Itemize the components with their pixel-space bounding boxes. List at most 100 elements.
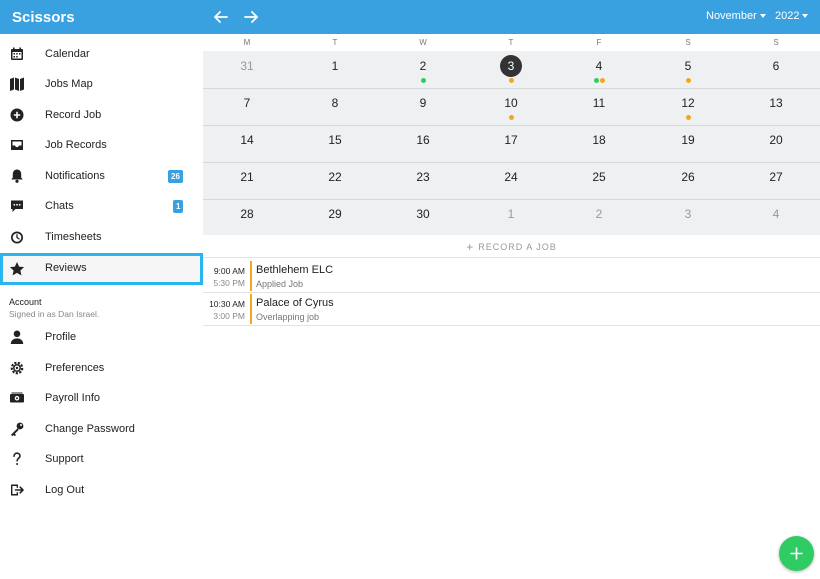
sidebar-item-label: Job Records xyxy=(45,139,107,151)
sidebar-item-reviews[interactable]: Reviews xyxy=(0,253,203,285)
calendar-day[interactable]: 11 xyxy=(579,96,619,110)
calendar-day[interactable]: 3 xyxy=(668,207,708,221)
calendar-day[interactable]: 29 xyxy=(315,207,355,221)
add-button[interactable] xyxy=(779,536,814,571)
event-dot xyxy=(508,78,514,83)
job-status: Applied Job xyxy=(256,279,304,289)
job-list-item[interactable]: 10:30 AM 3:00 PM Palace of Cyrus Overlap… xyxy=(203,292,820,326)
sidebar-item-chats[interactable]: Chats 1 xyxy=(0,192,203,222)
notification-count-badge: 26 xyxy=(168,170,183,183)
year-select[interactable]: 2022 xyxy=(775,10,809,22)
job-status-bar xyxy=(250,294,252,324)
calendar-day[interactable]: 1 xyxy=(491,207,531,221)
job-start-time: 9:00 AM xyxy=(213,266,245,276)
weekday-label: M xyxy=(243,38,251,47)
sidebar-item-job-records[interactable]: Job Records xyxy=(0,131,203,161)
user-icon xyxy=(9,329,25,345)
calendar-day[interactable]: 30 xyxy=(403,207,443,221)
sidebar-item-label: Log Out xyxy=(45,484,85,496)
event-dot xyxy=(420,78,426,83)
calendar-day[interactable]: 3 xyxy=(491,59,531,73)
calendar-day[interactable]: 5 xyxy=(668,59,708,73)
sidebar-item-label: Timesheets xyxy=(45,231,102,243)
calendar-day[interactable]: 20 xyxy=(756,133,796,147)
calendar-day[interactable]: 28 xyxy=(227,207,267,221)
sidebar-item-change-password[interactable]: Change Password xyxy=(0,415,203,445)
calendar-day[interactable]: 13 xyxy=(756,96,796,110)
sidebar-item-label: Record Job xyxy=(45,109,102,121)
calendar-day[interactable]: 4 xyxy=(579,59,619,73)
chevron-down-icon xyxy=(759,14,766,19)
gear-icon xyxy=(9,360,25,376)
sidebar-item-jobs-map[interactable]: Jobs Map xyxy=(0,70,203,100)
chevron-down-icon xyxy=(802,14,809,19)
calendar-day[interactable]: 21 xyxy=(227,170,267,184)
record-a-job-button[interactable]: + RECORD A JOB xyxy=(203,236,820,258)
calendar-day[interactable]: 22 xyxy=(315,170,355,184)
sidebar-item-calendar[interactable]: Calendar xyxy=(0,40,203,70)
sidebar-item-label: Calendar xyxy=(45,48,90,60)
weekday-label: T xyxy=(332,38,338,47)
month-select[interactable]: November xyxy=(706,10,766,22)
sidebar-item-timesheets[interactable]: Timesheets xyxy=(0,223,203,253)
calendar-day[interactable]: 4 xyxy=(756,207,796,221)
sidebar-item-record-job[interactable]: Record Job xyxy=(0,101,203,131)
calendar-day[interactable]: 25 xyxy=(579,170,619,184)
weekday-label: S xyxy=(773,38,779,47)
calendar-day[interactable]: 1 xyxy=(315,59,355,73)
calendar-day[interactable]: 23 xyxy=(403,170,443,184)
calendar-day[interactable]: 19 xyxy=(668,133,708,147)
signed-in-text: Signed in as Dan Israel. xyxy=(9,309,100,319)
calendar-day[interactable]: 10 xyxy=(491,96,531,110)
question-icon xyxy=(9,451,25,467)
calendar-day[interactable]: 12 xyxy=(668,96,708,110)
sidebar-item-profile[interactable]: Profile xyxy=(0,323,203,353)
calendar-day[interactable]: 7 xyxy=(227,96,267,110)
weekday-label: S xyxy=(685,38,691,47)
sidebar-item-support[interactable]: Support xyxy=(0,445,203,475)
sidebar-item-label: Support xyxy=(45,453,84,465)
map-icon xyxy=(9,76,25,92)
logout-icon xyxy=(9,482,25,498)
calendar-day[interactable]: 2 xyxy=(579,207,619,221)
account-heading: Account xyxy=(9,297,42,307)
sidebar-item-payroll-info[interactable]: Payroll Info xyxy=(0,384,203,414)
calendar-day[interactable]: 27 xyxy=(756,170,796,184)
calendar-day[interactable]: 6 xyxy=(756,59,796,73)
calendar-icon xyxy=(9,46,25,62)
calendar-day[interactable]: 16 xyxy=(403,133,443,147)
star-icon xyxy=(9,261,25,277)
plus-icon: + xyxy=(466,240,475,254)
calendar-day[interactable]: 31 xyxy=(227,59,267,73)
sidebar-item-label: Payroll Info xyxy=(45,392,101,404)
stopwatch-icon xyxy=(9,229,25,245)
event-dot xyxy=(593,78,599,83)
year-value: 2022 xyxy=(775,10,800,22)
sidebar-item-label: Reviews xyxy=(45,262,87,274)
calendar-day[interactable]: 24 xyxy=(491,170,531,184)
chat-count-badge: 1 xyxy=(173,200,184,213)
calendar-day[interactable]: 9 xyxy=(403,96,443,110)
money-icon xyxy=(9,390,25,406)
weekday-label: T xyxy=(508,38,514,47)
weekday-label: W xyxy=(419,38,427,47)
calendar-day[interactable]: 15 xyxy=(315,133,355,147)
calendar-day[interactable]: 14 xyxy=(227,133,267,147)
plus-circle-icon xyxy=(9,107,25,123)
sidebar: Calendar Jobs Map Record Job Job Records… xyxy=(0,34,203,579)
calendar-day[interactable]: 26 xyxy=(668,170,708,184)
calendar-day[interactable]: 8 xyxy=(315,96,355,110)
job-status-bar xyxy=(250,261,252,291)
forward-arrow-icon[interactable] xyxy=(241,7,261,27)
row-divider xyxy=(203,88,820,89)
sidebar-item-preferences[interactable]: Preferences xyxy=(0,354,203,384)
inbox-icon xyxy=(9,137,25,153)
sidebar-item-notifications[interactable]: Notifications 26 xyxy=(0,162,203,192)
calendar-day[interactable]: 17 xyxy=(491,133,531,147)
sidebar-item-label: Preferences xyxy=(45,362,105,374)
sidebar-item-log-out[interactable]: Log Out xyxy=(0,476,203,506)
calendar-day[interactable]: 2 xyxy=(403,59,443,73)
back-arrow-icon[interactable] xyxy=(211,7,231,27)
calendar-day[interactable]: 18 xyxy=(579,133,619,147)
job-list-item[interactable]: 9:00 AM 5:30 PM Bethlehem ELC Applied Jo… xyxy=(203,259,820,293)
